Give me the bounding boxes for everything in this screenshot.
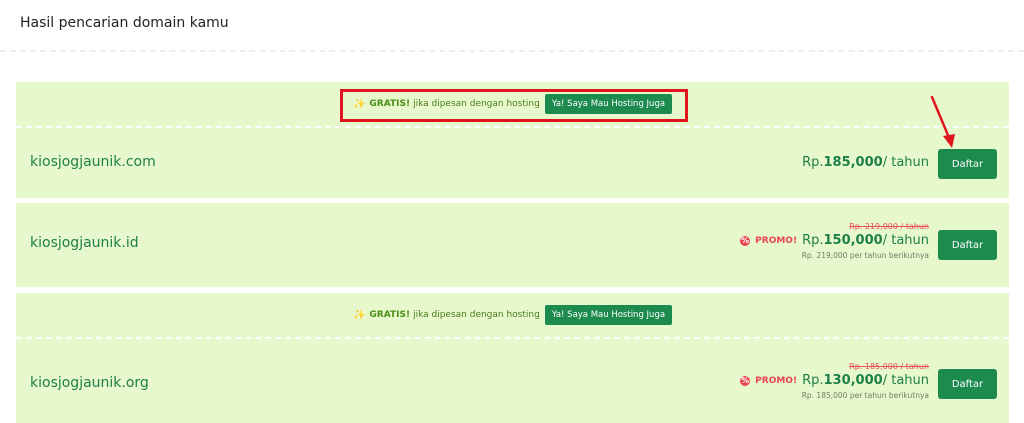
old-price: Rp. 219,000 / tahun — [849, 222, 929, 231]
promo-badge: % PROMO! — [740, 232, 797, 250]
price-block: Rp. 219,000 / tahun % PROMO! Rp. 150,000… — [740, 221, 929, 262]
promo-percent-icon: % — [740, 236, 751, 246]
price-line: % PROMO! Rp. 150,000 / tahun — [740, 232, 929, 250]
register-button[interactable]: Daftar — [938, 149, 997, 179]
results-header: Hasil pencarian domain kamu — [0, 0, 1024, 52]
domain-card-id: kiosjogjaunik.id Rp. 219,000 / tahun % P… — [16, 203, 1009, 287]
add-hosting-button[interactable]: Ya! Saya Mau Hosting Juga — [544, 305, 673, 325]
promo-percent-icon: % — [740, 376, 751, 386]
domain-name: kiosjogjaunik.org — [30, 375, 149, 391]
price-amount: 150,000 — [823, 233, 883, 248]
price-period: / tahun — [882, 233, 929, 248]
promo-label: PROMO! — [755, 376, 798, 386]
price-line: Rp. 185,000 / tahun — [802, 154, 929, 172]
register-button[interactable]: Daftar — [938, 230, 997, 260]
register-button[interactable]: Daftar — [938, 369, 997, 399]
price-currency: Rp. — [802, 233, 824, 248]
price-block: Rp. 185,000 / tahun % PROMO! Rp. 130,000… — [740, 361, 929, 402]
domain-row: kiosjogjaunik.org Rp. 185,000 / tahun % … — [16, 341, 1009, 423]
old-price: Rp. 185,000 / tahun — [849, 362, 929, 371]
price-currency: Rp. — [802, 155, 824, 170]
domain-row: kiosjogjaunik.com Rp. 185,000 / tahun Da… — [16, 130, 1009, 198]
price-line: % PROMO! Rp. 130,000 / tahun — [740, 372, 929, 390]
price-period: / tahun — [882, 373, 929, 388]
domain-card-org: ✨ GRATIS! jika dipesan dengan hosting Ya… — [16, 293, 1009, 423]
domain-card-com: ✨ GRATIS! jika dipesan dengan hosting Ya… — [16, 82, 1009, 198]
domain-name: kiosjogjaunik.com — [30, 154, 156, 170]
price-amount: 130,000 — [823, 373, 883, 388]
price-amount: 185,000 — [823, 155, 883, 170]
promo-text: jika dipesan dengan hosting — [413, 99, 540, 109]
gratis-label: GRATIS! — [369, 310, 411, 320]
gratis-label: GRATIS! — [369, 99, 411, 109]
sparkle-icon: ✨ — [352, 98, 366, 110]
price-currency: Rp. — [802, 373, 824, 388]
promo-text: jika dipesan dengan hosting — [413, 310, 540, 320]
promo-badge: % PROMO! — [740, 372, 797, 390]
promo-label: PROMO! — [755, 236, 798, 246]
renewal-price: Rp. 185,000 per tahun berikutnya — [801, 391, 929, 400]
sparkle-icon: ✨ — [352, 309, 366, 321]
page-title: Hasil pencarian domain kamu — [20, 15, 229, 31]
price-block: Rp. 185,000 / tahun — [802, 154, 929, 172]
add-hosting-button[interactable]: Ya! Saya Mau Hosting Juga — [544, 94, 673, 114]
hosting-promo-bar: ✨ GRATIS! jika dipesan dengan hosting Ya… — [16, 293, 1009, 339]
price-period: / tahun — [882, 155, 929, 170]
renewal-price: Rp. 219,000 per tahun berikutnya — [801, 251, 929, 260]
domain-row: kiosjogjaunik.id Rp. 219,000 / tahun % P… — [16, 203, 1009, 287]
domain-name: kiosjogjaunik.id — [30, 235, 139, 251]
hosting-promo-bar: ✨ GRATIS! jika dipesan dengan hosting Ya… — [16, 82, 1009, 128]
